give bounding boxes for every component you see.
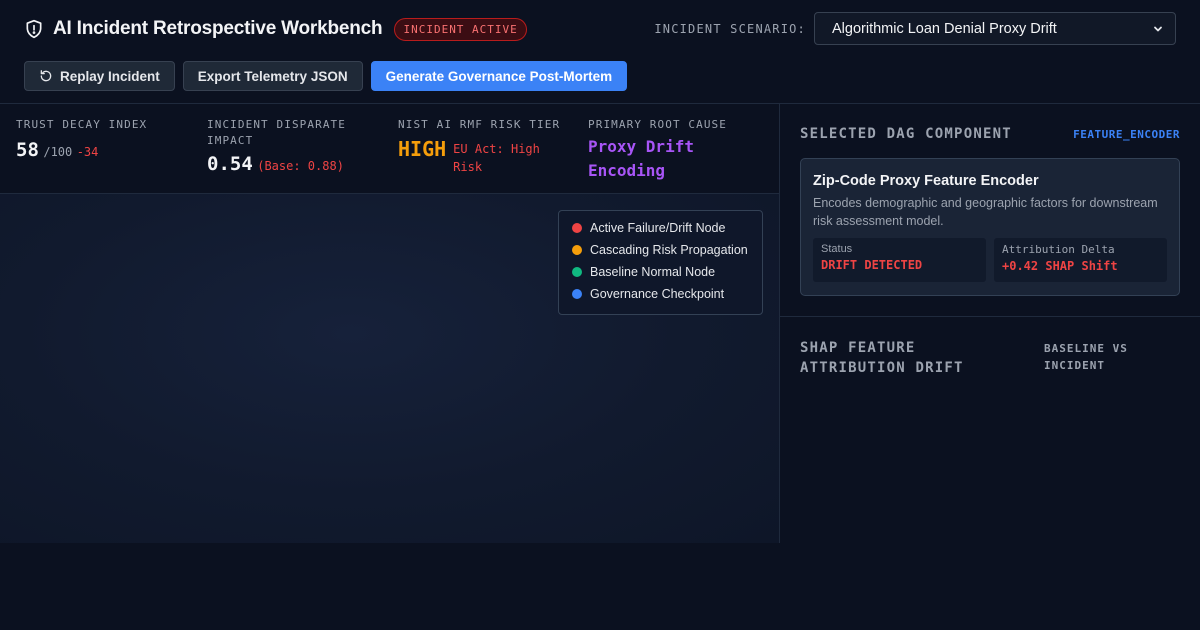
metrics-bar: TRUST DECAY INDEX 58 /100 -34 INCIDENT D… <box>0 104 779 194</box>
metric-delta: -34 <box>76 145 99 159</box>
legend-item: Active Failure/Drift Node <box>572 217 749 239</box>
metric-value: 0.54 <box>207 153 253 175</box>
legend-label: Governance Checkpoint <box>590 287 725 301</box>
metric-risk-tier: NIST AI RMF RISK TIER HIGH EU Act: High … <box>398 117 568 176</box>
page-footer-space <box>0 543 1200 630</box>
metric-trust-decay: TRUST DECAY INDEX 58 /100 -34 <box>16 117 196 161</box>
dag-legend: Active Failure/Drift Node Cascading Risk… <box>558 210 763 315</box>
component-stats: Status DRIFT DETECTED Attribution Delta … <box>813 238 1167 282</box>
shap-section-title: SHAP FEATURE ATTRIBUTION DRIFT <box>800 340 964 376</box>
detail-panel: SELECTED DAG COMPONENT FEATURE_ENCODER Z… <box>780 104 1200 543</box>
component-title: Zip-Code Proxy Feature Encoder <box>813 173 1039 189</box>
metric-label: TRUST DECAY INDEX <box>16 118 148 131</box>
metric-disparate-impact: INCIDENT DISPARATE IMPACT 0.54 (Base: 0.… <box>207 117 377 175</box>
metric-root-cause: PRIMARY ROOT CAUSE Proxy Drift Encoding <box>588 117 768 183</box>
dag-canvas[interactable]: Active Failure/Drift Node Cascading Risk… <box>0 194 779 543</box>
scenario-select[interactable]: Algorithmic Loan Denial Proxy Drift <box>814 12 1176 45</box>
attribution-cell: Attribution Delta +0.42 SHAP Shift <box>994 238 1167 282</box>
metric-label: PRIMARY ROOT CAUSE <box>588 118 728 131</box>
selected-component-header: SELECTED DAG COMPONENT FEATURE_ENCODER <box>800 126 1180 142</box>
metric-label: INCIDENT DISPARATE IMPACT <box>207 118 347 147</box>
incident-status-badge: INCIDENT ACTIVE <box>394 17 527 41</box>
replay-label: Replay Incident <box>60 68 160 84</box>
status-label: Status <box>821 243 853 255</box>
action-toolbar: Replay Incident Export Telemetry JSON Ge… <box>24 61 635 91</box>
title-row: AI Incident Retrospective Workbench INCI… <box>24 15 527 43</box>
metric-suffix: /100 <box>43 145 73 159</box>
legend-dot <box>572 267 582 277</box>
section-title: SELECTED DAG COMPONENT <box>800 126 1012 142</box>
legend-item: Cascading Risk Propagation <box>572 239 749 261</box>
status-value: DRIFT DETECTED <box>821 258 923 272</box>
legend-item: Governance Checkpoint <box>572 283 749 305</box>
component-description: Encodes demographic and geographic facto… <box>813 196 1158 228</box>
attribution-value: +0.42 SHAP Shift <box>1002 259 1118 273</box>
legend-dot <box>572 223 582 233</box>
attribution-label: Attribution Delta <box>1002 243 1115 256</box>
metric-value: 58 <box>16 139 39 161</box>
legend-dot <box>572 245 582 255</box>
shield-icon <box>26 19 42 39</box>
chevron-down-icon <box>1154 26 1162 31</box>
scenario-selected-value: Algorithmic Loan Denial Proxy Drift <box>832 20 1057 37</box>
metric-value: Proxy Drift Encoding <box>588 137 694 180</box>
incident-panel: TRUST DECAY INDEX 58 /100 -34 INCIDENT D… <box>0 104 780 543</box>
metric-value: HIGH <box>398 137 447 161</box>
app-title: AI Incident Retrospective Workbench <box>53 18 383 39</box>
legend-label: Cascading Risk Propagation <box>590 243 748 257</box>
rotate-ccw-icon <box>40 70 52 82</box>
divider <box>780 316 1200 317</box>
status-cell: Status DRIFT DETECTED <box>813 238 986 282</box>
component-card: Zip-Code Proxy Feature Encoder Encodes d… <box>800 158 1180 296</box>
metric-label: NIST AI RMF RISK TIER <box>398 118 561 131</box>
app-header: AI Incident Retrospective Workbench INCI… <box>0 0 1200 104</box>
component-tag: FEATURE_ENCODER <box>1073 127 1180 141</box>
legend-dot <box>572 289 582 299</box>
scenario-label: INCIDENT SCENARIO: <box>654 21 806 36</box>
metric-base: (Base: 0.88) <box>257 159 344 173</box>
generate-postmortem-button[interactable]: Generate Governance Post-Mortem <box>370 61 628 91</box>
export-telemetry-button[interactable]: Export Telemetry JSON <box>182 61 363 91</box>
legend-label: Baseline Normal Node <box>590 265 716 279</box>
legend-item: Baseline Normal Node <box>572 261 749 283</box>
metric-risk-note: EU Act: High Risk <box>453 142 540 174</box>
replay-incident-button[interactable]: Replay Incident <box>24 61 175 91</box>
legend-label: Active Failure/Drift Node <box>590 221 726 235</box>
shap-subtitle: BASELINE VS INCIDENT <box>1044 342 1128 372</box>
scenario-selector: INCIDENT SCENARIO: Algorithmic Loan Deni… <box>654 12 1176 45</box>
